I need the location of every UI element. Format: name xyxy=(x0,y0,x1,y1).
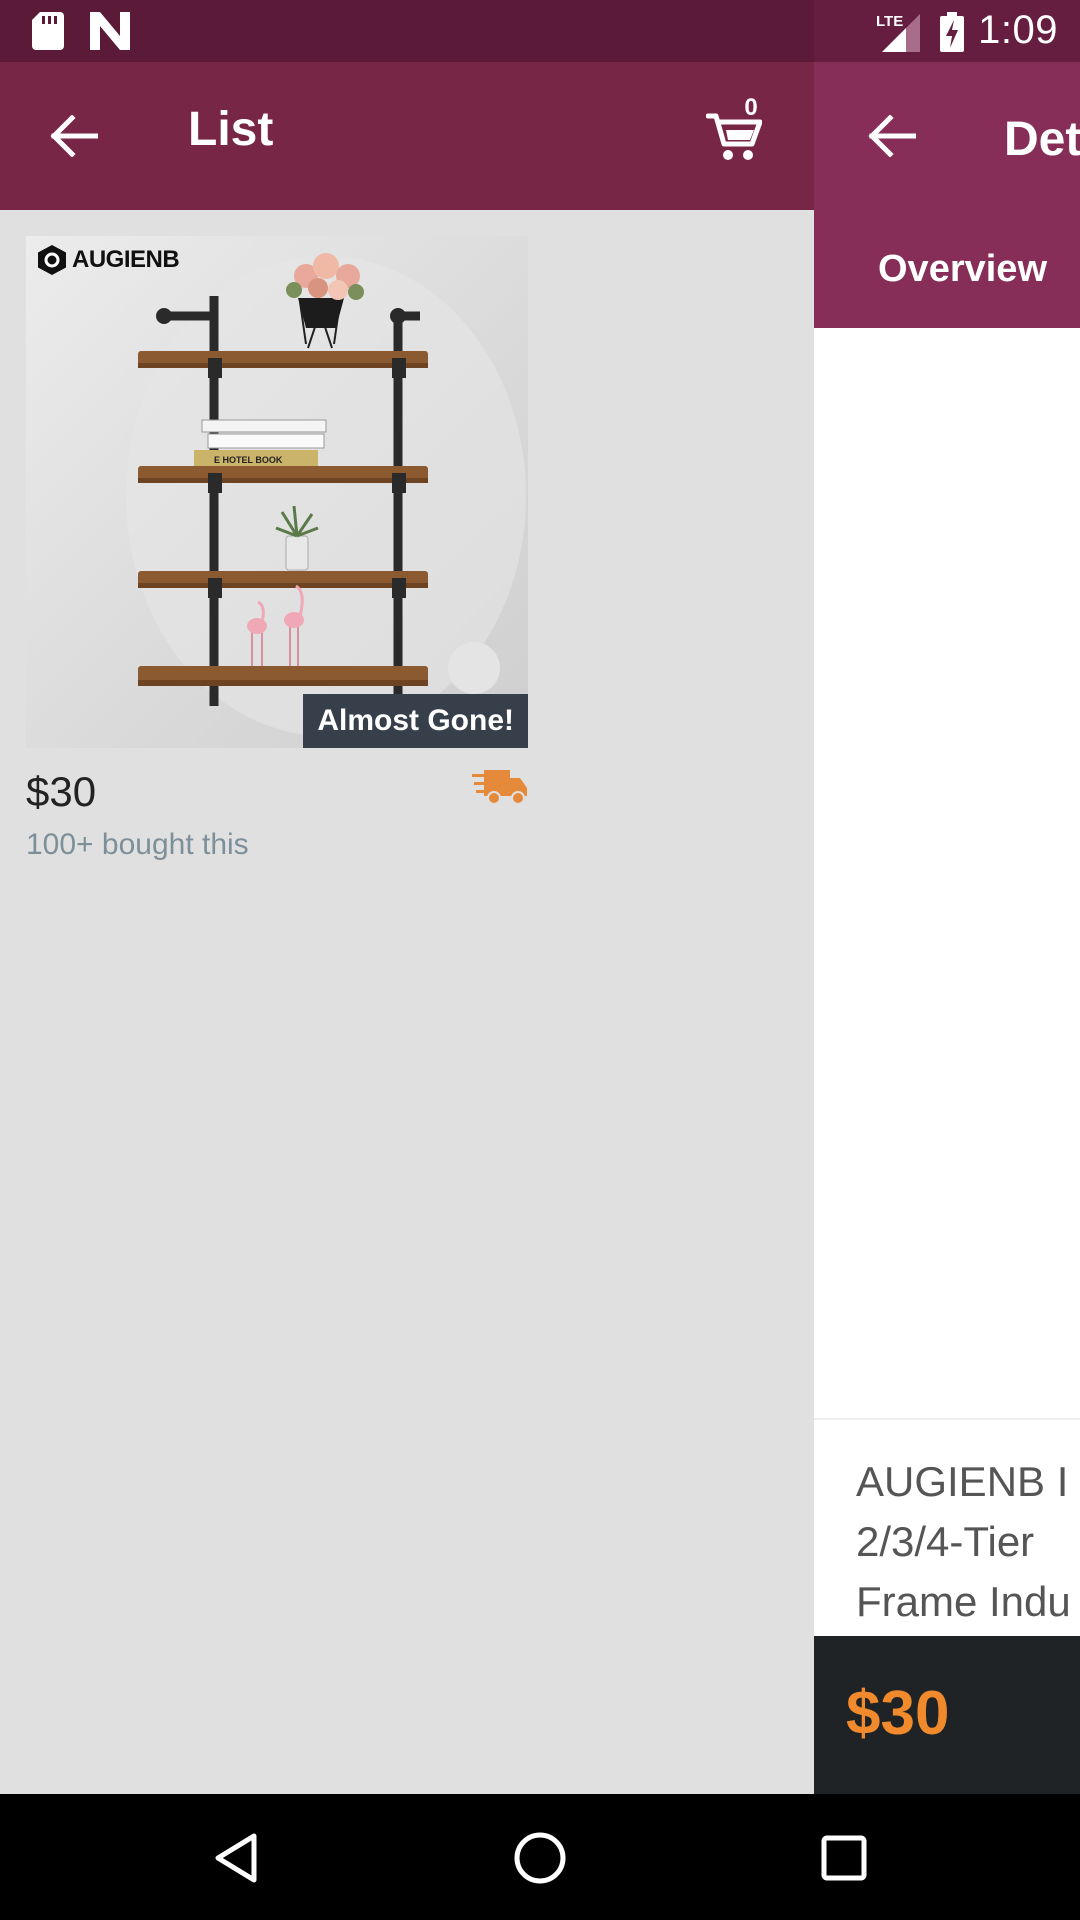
nav-back-button[interactable] xyxy=(196,1818,276,1898)
detail-back-button[interactable] xyxy=(854,98,930,174)
list-screen: List 0 E HOTEL BOOK AUGIENB Almost Gone!… xyxy=(0,62,814,1794)
product-price: $30 xyxy=(26,768,97,815)
status-clock: 1:09 xyxy=(978,8,1058,52)
detail-product-title: AUGIENB I 2/3/4-Tier Frame Indu xyxy=(856,1452,1080,1632)
fast-shipping-truck-icon xyxy=(472,770,527,805)
recents-square-icon xyxy=(821,1835,867,1881)
status-bar-left xyxy=(0,0,814,62)
detail-product-title-line: 2/3/4-Tier xyxy=(856,1518,1035,1565)
system-nav-bar xyxy=(0,1794,1080,1920)
product-card[interactable]: E HOTEL BOOK AUGIENB Almost Gone! $30 10… xyxy=(26,236,528,896)
back-triangle-icon xyxy=(215,1833,257,1883)
book-spine-text: E HOTEL BOOK xyxy=(214,455,283,465)
detail-product-title-line: Frame Indu xyxy=(856,1578,1071,1625)
battery-charging-icon xyxy=(940,12,964,52)
list-back-button[interactable] xyxy=(36,98,112,174)
home-circle-icon xyxy=(514,1832,566,1884)
n-logo-icon xyxy=(90,12,130,50)
nav-recents-button[interactable] xyxy=(804,1818,884,1898)
divider xyxy=(814,1418,1080,1420)
detail-screen: Det Overview AUGIENB I 2/3/4-Tier Frame … xyxy=(814,62,1080,1794)
wall-shelf-illustration: E HOTEL BOOK xyxy=(126,253,526,736)
brand-hexagon-icon xyxy=(38,245,66,275)
lte-signal-icon: LTE xyxy=(876,13,920,52)
detail-title: Det xyxy=(1004,113,1080,166)
detail-price-bar: $30 xyxy=(814,1636,1080,1794)
cart-count-badge: 0 xyxy=(744,94,758,121)
arrow-left-icon xyxy=(50,115,98,157)
list-app-bar: List 0 xyxy=(0,62,814,210)
detail-price: $30 xyxy=(846,1679,950,1748)
brand-logo: AUGIENB xyxy=(36,244,180,276)
product-image: E HOTEL BOOK AUGIENB Almost Gone! xyxy=(26,236,528,748)
status-bar-right: LTE 1:09 xyxy=(814,0,1080,62)
status-bar: LTE 1:09 xyxy=(0,0,1080,62)
cart-button[interactable]: 0 xyxy=(706,94,786,176)
tab-overview[interactable]: Overview xyxy=(878,248,1047,291)
brand-name: AUGIENB xyxy=(72,246,180,273)
nav-home-button[interactable] xyxy=(500,1818,580,1898)
status-badge: Almost Gone! xyxy=(303,694,528,748)
arrow-left-icon xyxy=(868,115,916,157)
svg-text:LTE: LTE xyxy=(876,13,903,30)
page-title: List xyxy=(188,103,274,156)
sd-card-icon xyxy=(32,12,64,50)
bought-count-text: 100+ bought this xyxy=(26,828,249,861)
detail-app-bar: Det Overview xyxy=(814,62,1080,328)
detail-product-title-line: AUGIENB I xyxy=(856,1458,1069,1505)
